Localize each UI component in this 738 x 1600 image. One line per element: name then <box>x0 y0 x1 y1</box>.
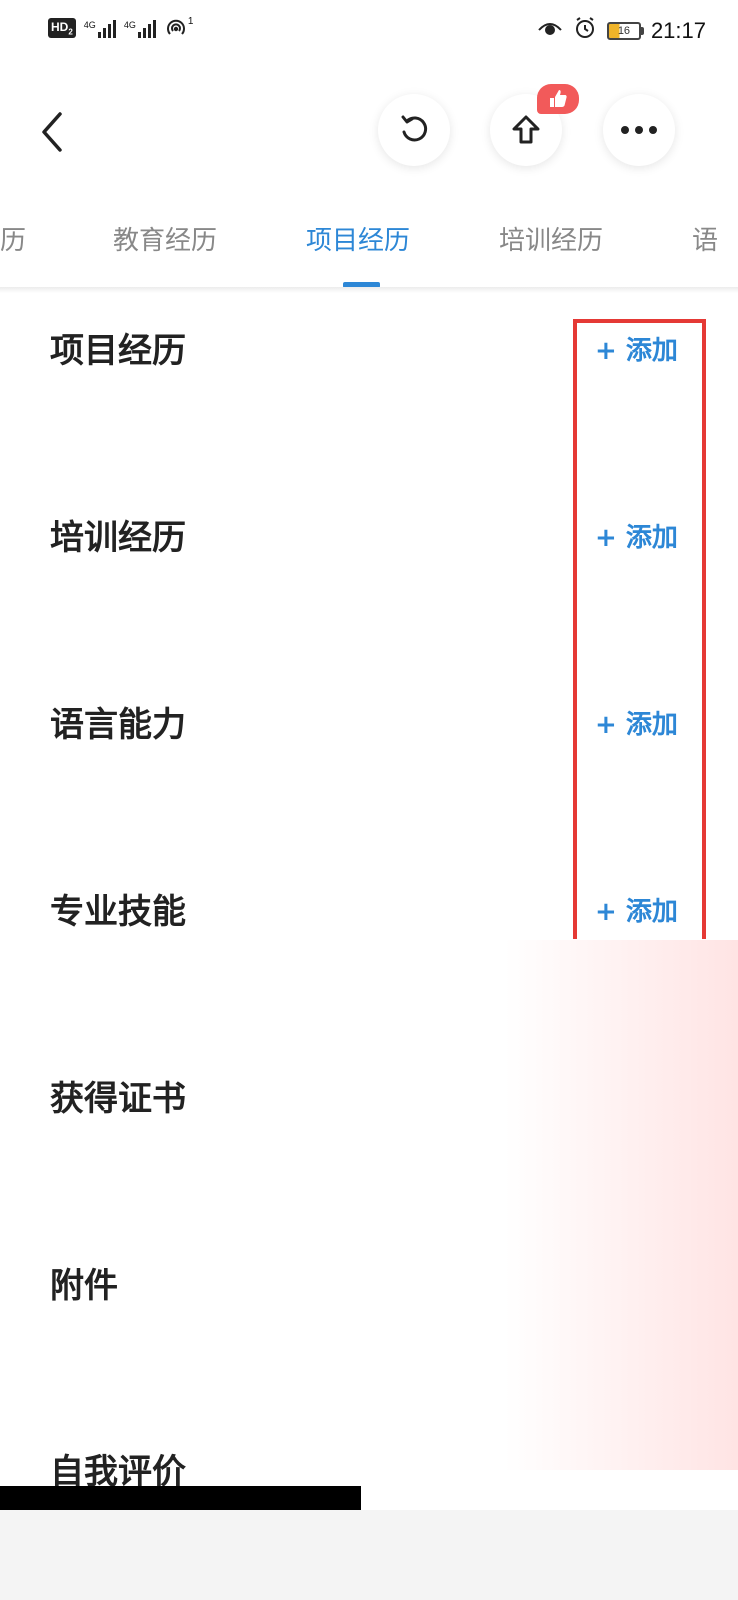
signal-bars-icon <box>137 18 156 38</box>
bottom-navigation-area <box>0 1510 738 1600</box>
section-tabs: 历 教育经历 项目经历 培训经历 语 <box>0 212 738 288</box>
status-time: 21:17 <box>650 18 706 43</box>
alarm-icon <box>573 16 597 46</box>
status-left: HD2 4G 4G 1 <box>48 16 193 40</box>
section-title: 项目经历 <box>50 331 186 371</box>
thumbs-up-icon <box>550 90 567 107</box>
section-title: 培训经历 <box>50 518 186 558</box>
highlight-box <box>573 319 706 939</box>
section-row-skills: 专业技能 + 添加 <box>0 872 738 952</box>
watermark-overlay <box>505 940 738 1470</box>
section-row-training: 培训经历 + 添加 <box>0 498 738 578</box>
section-row-attachments: 附件 <box>0 1246 738 1326</box>
tab-education[interactable]: 教育经历 <box>113 220 217 257</box>
signal-bars-icon <box>97 18 116 38</box>
tab-partial-left[interactable]: 历 <box>0 220 26 257</box>
signal-1-label: 4G <box>83 20 96 30</box>
chevron-left-icon <box>42 112 62 152</box>
signal-2: 4G <box>124 18 156 38</box>
back-button[interactable] <box>32 108 72 156</box>
bottom-bar-black <box>0 1486 361 1510</box>
section-title: 附件 <box>50 1266 118 1306</box>
battery-level: 16 <box>617 25 631 37</box>
section-title: 语言能力 <box>50 705 186 745</box>
status-bar: HD2 4G 4G 1 16 21:17 <box>0 0 738 64</box>
signal-2-label: 4G <box>123 20 136 30</box>
tab-partial-right[interactable]: 语 <box>692 220 718 257</box>
section-title: 专业技能 <box>50 892 186 932</box>
hd-sub: 2 <box>68 27 73 37</box>
tabs-divider <box>0 287 738 293</box>
section-row-projects: 项目经历 + 添加 <box>0 311 738 391</box>
section-row-language: 语言能力 + 添加 <box>0 685 738 765</box>
more-dots-icon <box>621 126 657 134</box>
refresh-button[interactable] <box>378 94 450 166</box>
hd-label: HD <box>51 19 69 34</box>
eye-icon <box>537 18 563 44</box>
section-title: 获得证书 <box>50 1079 186 1119</box>
top-nav <box>0 84 738 174</box>
hd-badge: HD2 <box>48 17 76 39</box>
tab-training[interactable]: 培训经历 <box>499 220 603 257</box>
section-row-certificates: 获得证书 <box>0 1059 738 1139</box>
add-projects-button[interactable]: + 添加 <box>595 311 678 391</box>
signal-1: 4G <box>84 18 116 38</box>
share-up-icon <box>512 115 540 144</box>
like-badge[interactable] <box>537 84 579 114</box>
hotspot-icon: 1 <box>164 16 194 40</box>
add-training-button[interactable]: + 添加 <box>595 498 678 578</box>
add-skills-button[interactable]: + 添加 <box>595 872 678 952</box>
tab-projects[interactable]: 项目经历 <box>306 220 410 257</box>
more-button[interactable] <box>603 94 675 166</box>
status-right: 16 21:17 <box>537 16 706 46</box>
add-language-button[interactable]: + 添加 <box>595 685 678 765</box>
refresh-icon <box>401 115 428 142</box>
battery-icon: 16 <box>606 22 644 40</box>
hotspot-count: 1 <box>187 16 194 27</box>
